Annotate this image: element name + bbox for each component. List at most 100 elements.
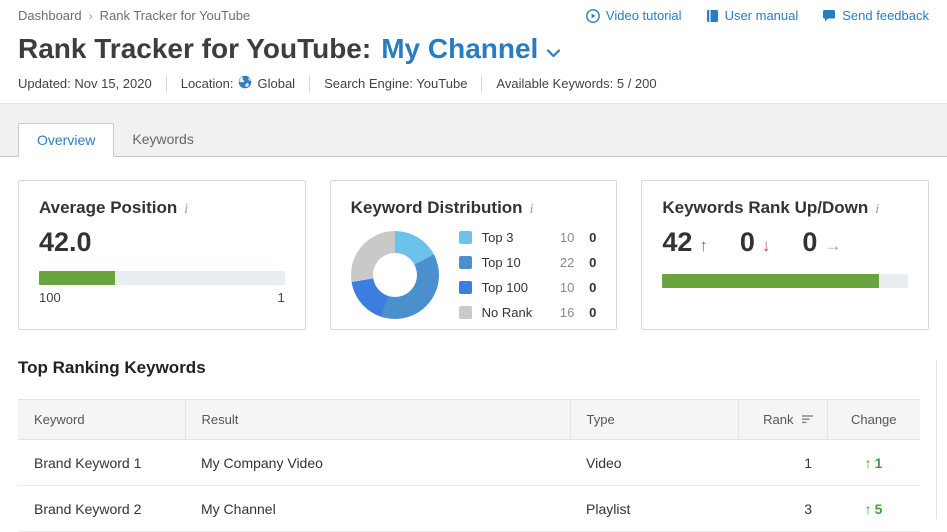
location-value: Global: [257, 76, 295, 91]
legend-label: No Rank: [482, 305, 549, 320]
keyword-distribution-body: Top 3 10 0 Top 10 22 0 Top 100 10: [351, 228, 597, 322]
rank-up-value: 42: [662, 227, 692, 258]
breadcrumb-dashboard[interactable]: Dashboard: [18, 8, 82, 23]
column-header-result[interactable]: Result: [185, 400, 570, 440]
feedback-bubble-icon: [822, 9, 836, 23]
average-position-bar-fill: [39, 271, 115, 285]
legend-count: 22: [548, 255, 574, 270]
meta-divider: [309, 76, 310, 92]
arrow-down-icon: ↓: [762, 236, 771, 256]
legend-count: 16: [548, 305, 574, 320]
location-label: Location:: [181, 76, 234, 91]
cell-rank: 3: [738, 486, 827, 532]
keyword-distribution-card: Keyword Distribution i Top 3 10 0 Top 10: [330, 180, 618, 330]
rank-down-value: 0: [740, 227, 755, 258]
column-header-type[interactable]: Type: [570, 400, 738, 440]
cell-result: My Company Video: [185, 440, 570, 486]
page-title-text: Rank Tracker for YouTube:: [18, 33, 371, 65]
cell-change: ↑1: [827, 440, 920, 486]
average-position-bar-track: [39, 271, 285, 285]
page-title: Rank Tracker for YouTube: My Channel: [18, 33, 561, 65]
column-header-change[interactable]: Change: [827, 400, 920, 440]
summary-cards: Average Position i 42.0 100 1 Keyword Di…: [18, 180, 929, 330]
card-title-text: Keyword Distribution: [351, 198, 523, 218]
location-meta: Location: Global: [181, 75, 295, 92]
keyword-distribution-title: Keyword Distribution i: [351, 198, 597, 218]
legend-swatch: [459, 231, 472, 244]
arrow-up-icon: ↑: [699, 236, 708, 256]
send-feedback-link[interactable]: Send feedback: [822, 8, 929, 23]
rank-same-group: 0 →: [802, 227, 841, 258]
search-engine-meta: Search Engine: YouTube: [324, 76, 467, 91]
tab-keywords[interactable]: Keywords: [114, 123, 211, 157]
legend-label: Top 3: [482, 230, 549, 245]
header-links: Video tutorial User manual Send feedback: [586, 8, 929, 23]
cell-result: My Channel: [185, 486, 570, 532]
rank-up-group: 42 ↑: [662, 227, 708, 258]
sort-descending-icon: [801, 412, 814, 427]
send-feedback-label: Send feedback: [842, 8, 929, 23]
cell-type: Video: [570, 440, 738, 486]
rank-header-label: Rank: [763, 412, 793, 427]
info-icon[interactable]: i: [530, 202, 534, 218]
legend-item-top10: Top 10 22 0: [459, 253, 597, 272]
legend-change: 0: [574, 230, 596, 245]
tab-overview[interactable]: Overview: [18, 123, 114, 157]
meta-divider: [166, 76, 167, 92]
legend-label: Top 10: [482, 255, 549, 270]
channel-name: My Channel: [381, 33, 538, 65]
breadcrumb: Dashboard › Rank Tracker for YouTube: [18, 8, 250, 23]
cell-change: ↑5: [827, 486, 920, 532]
rank-down-group: 0 ↓: [740, 227, 771, 258]
table-row[interactable]: Brand Keyword 1 My Company Video Video 1…: [18, 440, 920, 486]
info-icon[interactable]: i: [875, 202, 879, 218]
breadcrumb-current: Rank Tracker for YouTube: [100, 8, 251, 23]
info-icon[interactable]: i: [184, 202, 188, 218]
user-manual-label: User manual: [725, 8, 799, 23]
table-row[interactable]: Brand Keyword 2 My Channel Playlist 3 ↑5: [18, 486, 920, 532]
cell-type: Playlist: [570, 486, 738, 532]
average-position-card: Average Position i 42.0 100 1: [18, 180, 306, 330]
rank-up-down-values: 42 ↑ 0 ↓ 0 →: [662, 227, 908, 258]
overview-panel: Average Position i 42.0 100 1 Keyword Di…: [0, 157, 947, 532]
book-icon: [706, 9, 719, 23]
updated-date: Updated: Nov 15, 2020: [18, 76, 152, 91]
legend-item-top3: Top 3 10 0: [459, 228, 597, 247]
cell-keyword: Brand Keyword 1: [18, 440, 185, 486]
legend-item-top100: Top 100 10 0: [459, 278, 597, 297]
card-title-text: Average Position: [39, 198, 177, 218]
average-position-title: Average Position i: [39, 198, 285, 218]
rank-same-value: 0: [802, 227, 817, 258]
channel-selector[interactable]: My Channel: [381, 33, 561, 65]
available-keywords-meta: Available Keywords: 5 / 200: [496, 76, 656, 91]
legend-swatch: [459, 281, 472, 294]
scale-max-label: 1: [277, 290, 284, 305]
video-tutorial-link[interactable]: Video tutorial: [586, 8, 682, 23]
average-position-value: 42.0: [39, 227, 285, 258]
rank-up-down-bar-fill: [662, 274, 878, 288]
column-header-rank[interactable]: Rank: [738, 400, 827, 440]
top-ranking-keywords-title: Top Ranking Keywords: [18, 358, 929, 378]
play-circle-icon: [586, 9, 600, 23]
video-tutorial-label: Video tutorial: [606, 8, 682, 23]
globe-icon: [238, 75, 252, 92]
legend-change: 0: [574, 255, 596, 270]
legend-change: 0: [574, 280, 596, 295]
change-up-arrow-icon: ↑: [865, 501, 872, 517]
meta-divider: [481, 76, 482, 92]
tab-bar: Overview Keywords: [0, 104, 947, 157]
keywords-table: Keyword Result Type Rank Change Brand Ke…: [18, 399, 920, 532]
cell-keyword: Brand Keyword 2: [18, 486, 185, 532]
user-manual-link[interactable]: User manual: [706, 8, 799, 23]
cell-rank: 1: [738, 440, 827, 486]
change-up-arrow-icon: ↑: [865, 455, 872, 471]
arrow-right-icon: →: [824, 236, 841, 256]
rank-up-down-title: Keywords Rank Up/Down i: [662, 198, 908, 218]
change-value: 5: [875, 501, 883, 517]
column-header-keyword[interactable]: Keyword: [18, 400, 185, 440]
legend-change: 0: [574, 305, 596, 320]
table-header-row: Keyword Result Type Rank Change: [18, 400, 920, 440]
keyword-distribution-legend: Top 3 10 0 Top 10 22 0 Top 100 10: [459, 228, 597, 322]
chevron-down-icon: [546, 33, 561, 65]
rank-up-down-bar-track: [662, 274, 908, 288]
